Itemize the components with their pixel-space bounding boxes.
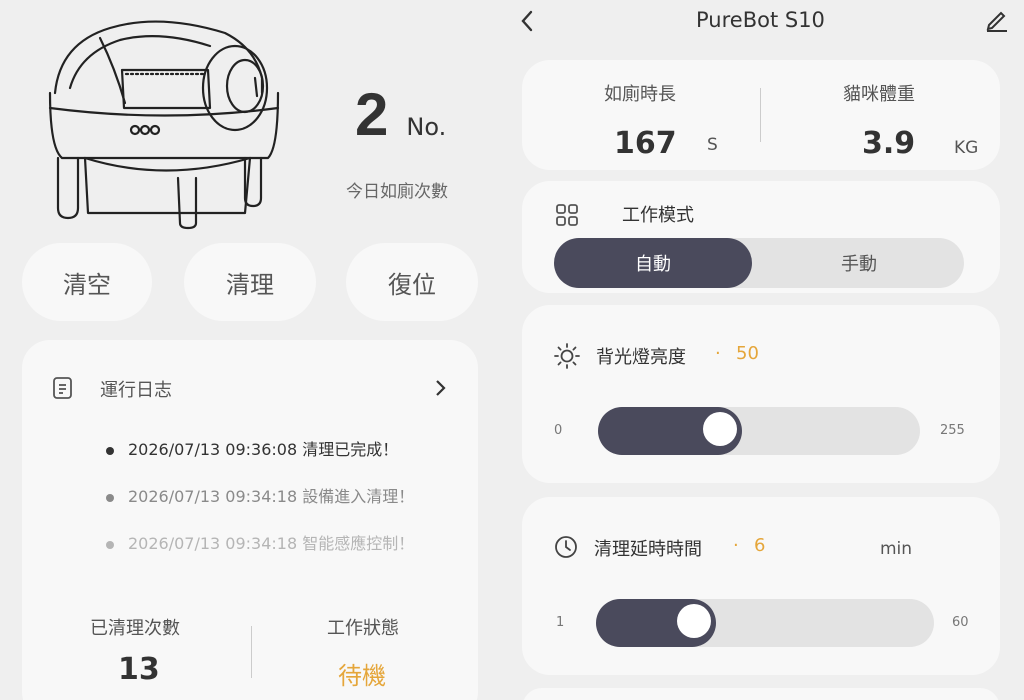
delay-card: 清理延時時間 · 6 min 1 60 bbox=[522, 497, 1000, 675]
backlight-separator: · bbox=[715, 343, 721, 364]
delay-label: 清理延時時間 bbox=[594, 539, 702, 560]
delay-unit: min bbox=[880, 539, 913, 559]
cleaned-count-value: 13 bbox=[118, 652, 160, 687]
work-status-value: 待機 bbox=[338, 662, 386, 690]
edit-icon[interactable] bbox=[984, 7, 1010, 33]
delay-slider[interactable] bbox=[596, 599, 934, 647]
delay-value: 6 bbox=[754, 535, 766, 556]
mode-toggle: 自動 手動 bbox=[554, 238, 964, 288]
backlight-slider-knob[interactable] bbox=[702, 412, 737, 446]
weight-unit: KG bbox=[954, 138, 979, 158]
back-arrow-icon[interactable] bbox=[518, 8, 536, 34]
log-entry-bullet bbox=[106, 493, 114, 502]
cleaned-count-label: 已清理次數 bbox=[90, 618, 180, 639]
log-entry: 2026/07/13 09:34:18 設備進入清理！ bbox=[106, 483, 414, 507]
backlight-max: 255 bbox=[940, 423, 965, 438]
log-entry-text: 2026/07/13 09:36:08 清理已完成！ bbox=[128, 440, 399, 459]
mode-manual-option[interactable]: 手動 bbox=[754, 238, 964, 288]
log-card: 運行日志 2026/07/13 09:36:08 清理已完成！ 2026/07/1… bbox=[22, 340, 478, 700]
log-entry-text: 2026/07/13 09:34:18 智能感應控制！ bbox=[128, 534, 415, 553]
empty-button[interactable]: 清空 bbox=[22, 243, 152, 321]
backlight-min: 0 bbox=[554, 423, 563, 438]
log-entry-bullet bbox=[106, 540, 114, 549]
duration-label: 如廁時長 bbox=[604, 84, 676, 105]
mode-label: 工作模式 bbox=[622, 205, 694, 226]
log-entry: 2026/07/13 09:34:18 智能感應控制！ bbox=[106, 530, 414, 554]
log-entry: 2026/07/13 09:36:08 清理已完成！ bbox=[106, 436, 398, 460]
backlight-card: 背光燈亮度 · 50 0 255 bbox=[522, 305, 1000, 483]
backlight-slider[interactable] bbox=[598, 407, 920, 455]
metrics-divider bbox=[760, 88, 761, 142]
litter-box-illustration bbox=[48, 20, 280, 230]
duration-unit: S bbox=[707, 135, 718, 155]
duration-value: 167 bbox=[614, 126, 677, 161]
delay-min: 1 bbox=[556, 615, 565, 630]
divider bbox=[251, 626, 252, 678]
weight-value: 3.9 bbox=[862, 126, 916, 161]
delay-max: 60 bbox=[952, 615, 969, 630]
log-title: 運行日志 bbox=[100, 380, 172, 401]
log-entry-bullet bbox=[106, 446, 114, 455]
daily-count-label: 今日如廁次數 bbox=[346, 182, 448, 202]
daily-count-unit: No. bbox=[406, 113, 447, 141]
grid-icon bbox=[556, 204, 578, 226]
document-icon bbox=[53, 377, 72, 399]
delay-slider-knob[interactable] bbox=[677, 604, 712, 638]
mode-auto-option[interactable]: 自動 bbox=[554, 238, 752, 288]
log-entry-text: 2026/07/13 09:34:18 設備進入清理！ bbox=[128, 487, 415, 506]
backlight-label: 背光燈亮度 bbox=[596, 347, 686, 368]
log-header[interactable]: 運行日志 bbox=[52, 374, 452, 404]
chevron-right-icon bbox=[436, 380, 446, 396]
mode-card: 工作模式 自動 手動 bbox=[522, 181, 1000, 293]
metrics-card: 如廁時長 167 S 貓咪體重 3.9 KG bbox=[522, 60, 1000, 170]
device-title: PureBot S10 bbox=[696, 8, 825, 32]
clean-button[interactable]: 清理 bbox=[184, 243, 316, 321]
delay-separator: · bbox=[733, 535, 739, 556]
work-status-label: 工作狀態 bbox=[327, 618, 399, 639]
reset-button[interactable]: 復位 bbox=[346, 243, 478, 321]
sun-icon bbox=[554, 343, 580, 369]
backlight-value: 50 bbox=[736, 343, 759, 364]
weight-label: 貓咪體重 bbox=[843, 84, 915, 105]
daily-count: 2 No. bbox=[355, 80, 446, 149]
daily-count-value: 2 bbox=[355, 81, 389, 148]
next-card-edge bbox=[522, 688, 1000, 700]
clock-icon bbox=[555, 536, 577, 558]
